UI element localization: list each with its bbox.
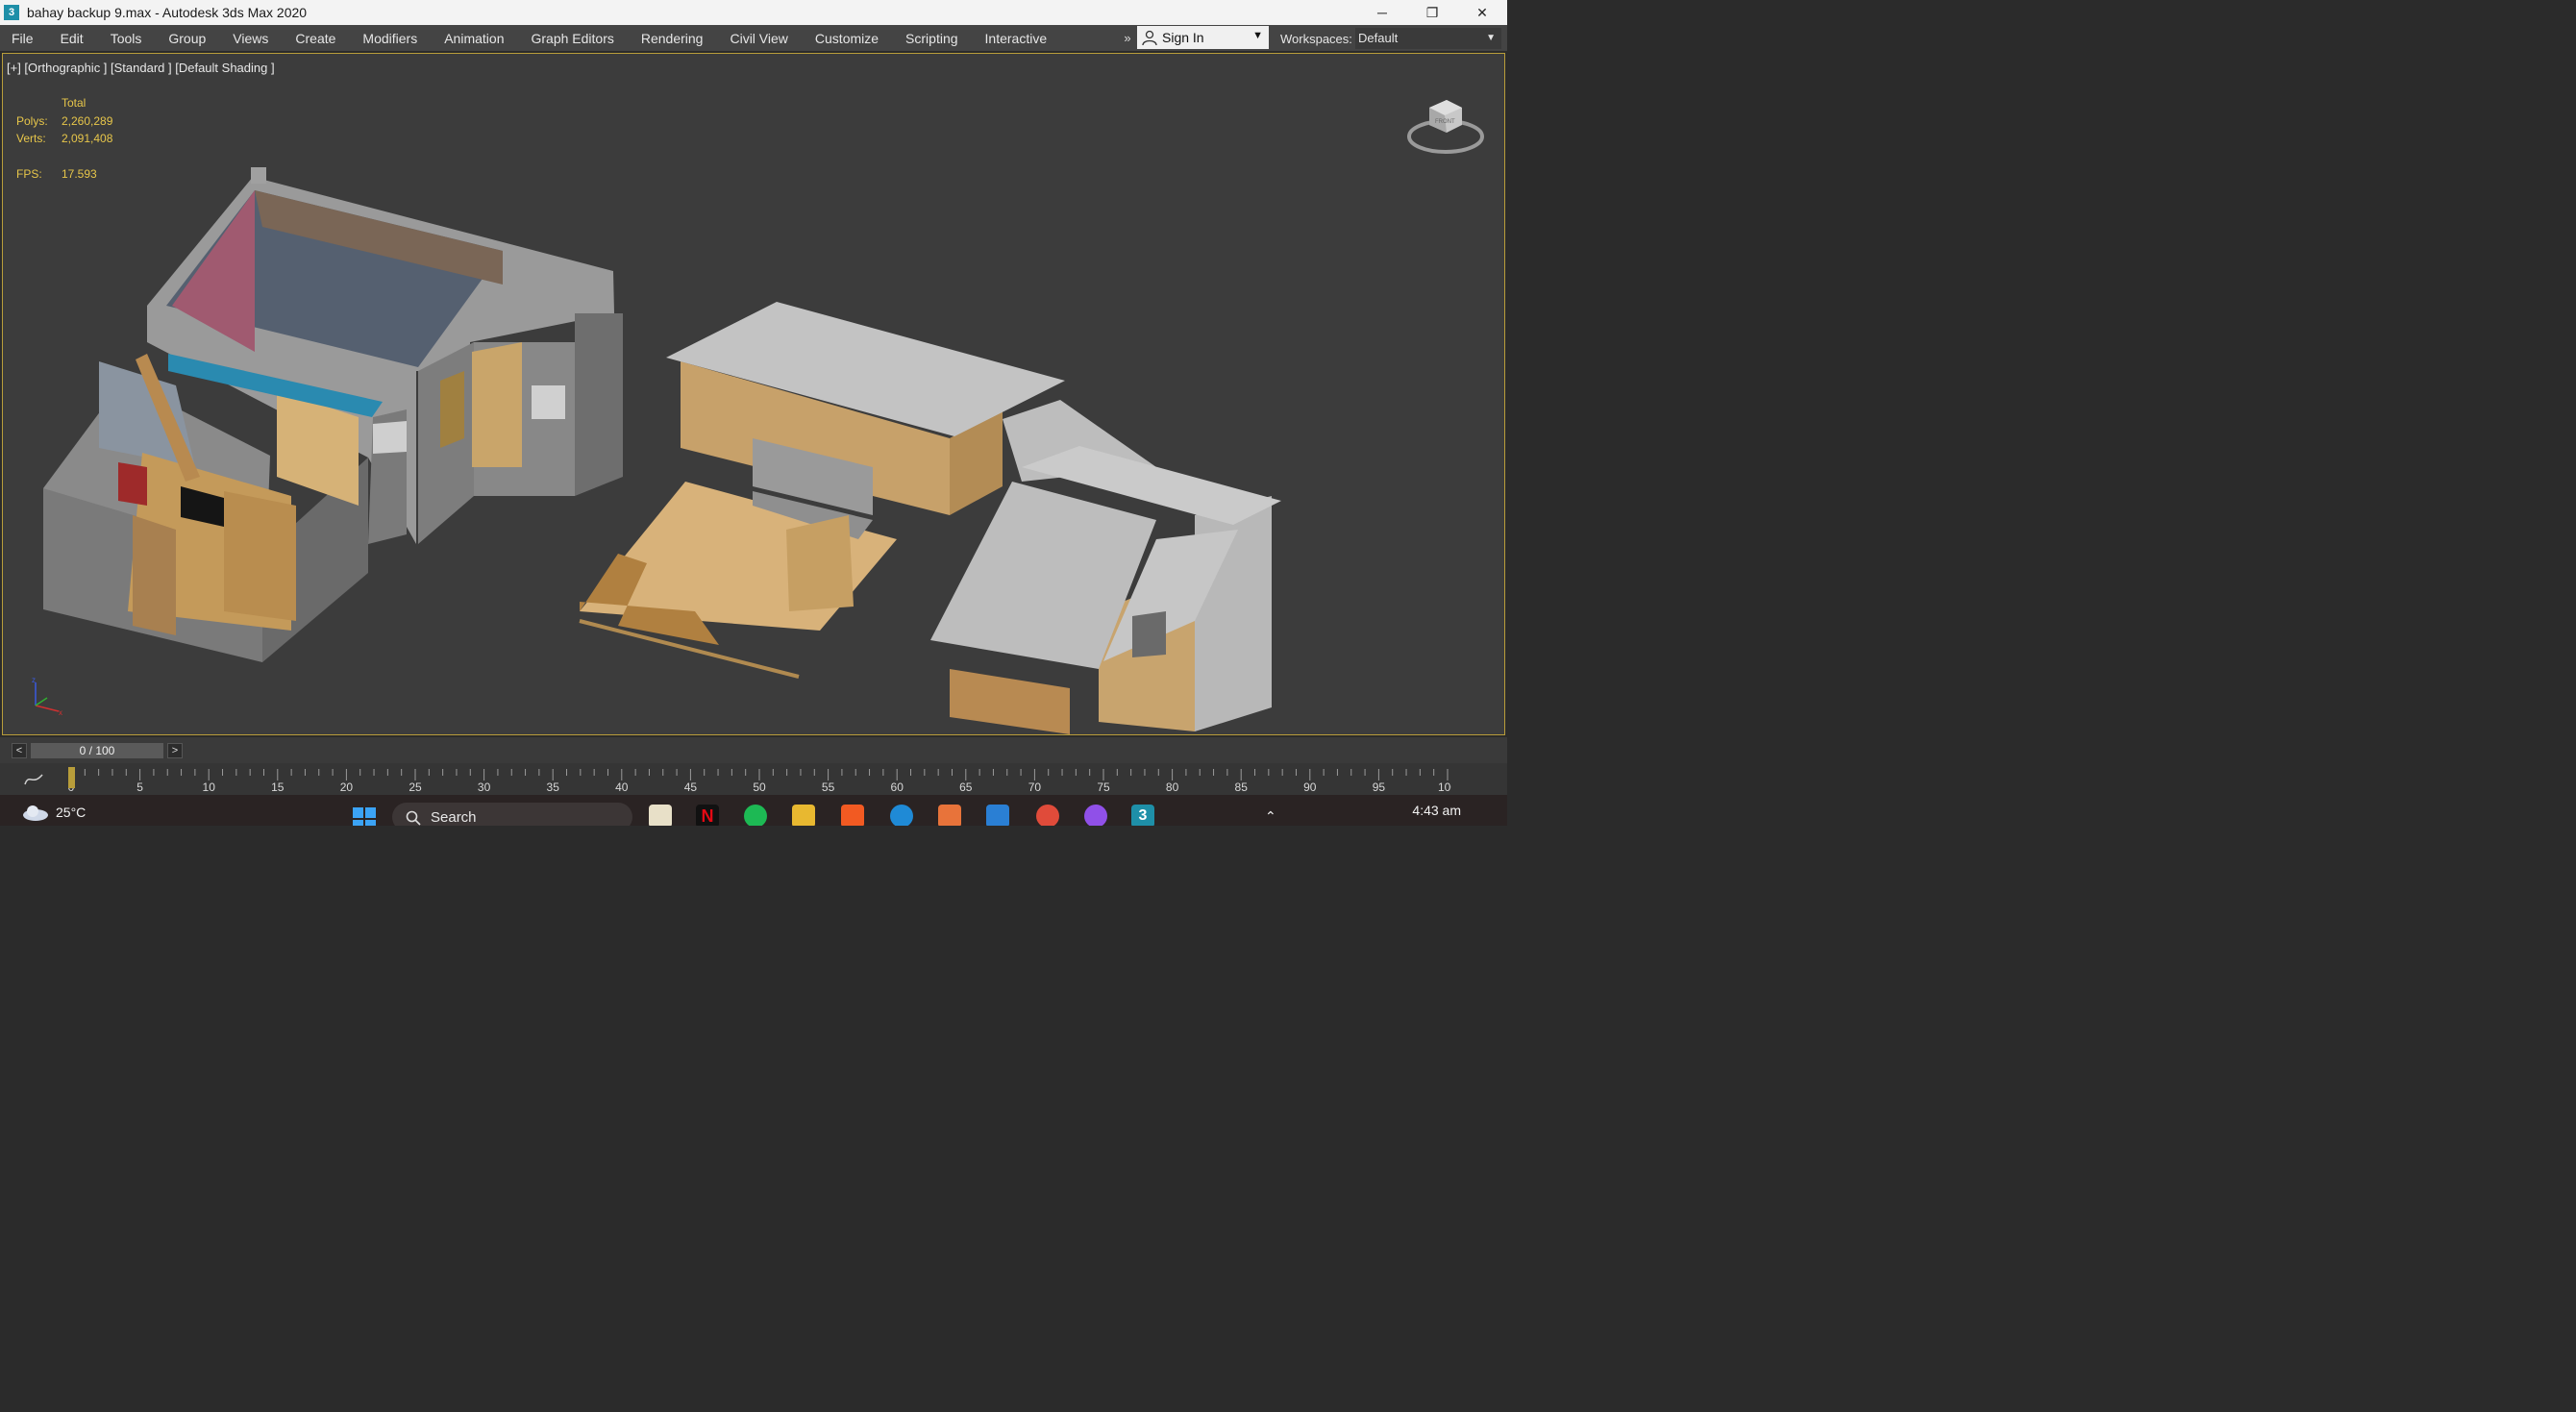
weather-widget[interactable]: 25°C <box>21 803 86 822</box>
menu-rendering[interactable]: Rendering <box>641 31 713 46</box>
polys-label: Polys: <box>16 113 48 128</box>
edge-browser-icon[interactable] <box>890 805 913 826</box>
current-frame-marker[interactable] <box>68 767 75 788</box>
chevron-down-icon: ▼ <box>1252 30 1263 41</box>
window-title: bahay backup 9.max - Autodesk 3ds Max 20… <box>27 5 308 20</box>
menu-modifiers[interactable]: Modifiers <box>362 31 427 46</box>
perspective-viewport[interactable]: [+] [Orthographic ] [Standard ] [Default… <box>2 53 1505 735</box>
polys-value: 2,260,289 <box>62 113 113 128</box>
restore-button[interactable]: ❐ <box>1407 0 1457 25</box>
svg-text:x: x <box>59 708 62 717</box>
menu-group[interactable]: Group <box>168 31 215 46</box>
app-window: 3 bahay backup 9.max - Autodesk 3ds Max … <box>0 0 1507 826</box>
ruler-tick-label: 65 <box>959 780 973 794</box>
next-frame-button[interactable]: > <box>167 743 183 758</box>
time-slider[interactable]: 0 / 100 <box>31 743 163 758</box>
track-bar[interactable]: 0510152025303540455055606570758085909510… <box>0 763 1507 795</box>
menu-tools[interactable]: Tools <box>111 31 152 46</box>
menu-animation[interactable]: Animation <box>444 31 513 46</box>
title-bar: 3 bahay backup 9.max - Autodesk 3ds Max … <box>0 0 1507 25</box>
fps-value: 17.593 <box>62 166 97 181</box>
axis-tripod-icon: z x <box>32 677 62 717</box>
microsoft-store-icon[interactable] <box>649 805 672 826</box>
xampp-icon[interactable] <box>938 805 961 826</box>
ruler-tick-label: 40 <box>615 780 629 794</box>
ruler-tick-label: 45 <box>684 780 698 794</box>
ruler-tick-label: 15 <box>271 780 285 794</box>
search-placeholder: Search <box>431 809 477 826</box>
ruler-tick-label: 75 <box>1097 780 1110 794</box>
verts-value: 2,091,408 <box>62 132 113 145</box>
workspaces-value: Default <box>1358 31 1399 45</box>
time-slider-bar: < 0 / 100 > <box>0 737 1507 763</box>
ruler-tick-label: 70 <box>1028 780 1042 794</box>
menu-scripting[interactable]: Scripting <box>905 31 967 46</box>
ruler-tick-label: 90 <box>1303 780 1317 794</box>
menu-customize[interactable]: Customize <box>815 31 888 46</box>
3dsmax-taskbar-icon[interactable]: 3 <box>1131 805 1154 826</box>
messenger-icon[interactable] <box>1084 805 1107 826</box>
ruler-tick-label: 95 <box>1373 780 1386 794</box>
close-button[interactable]: ✕ <box>1457 0 1507 25</box>
ruler-tick-label: 100 <box>1438 780 1451 794</box>
menu-views[interactable]: Views <box>233 31 278 46</box>
netflix-icon[interactable]: N <box>696 805 719 826</box>
menu-interactive[interactable]: Interactive <box>985 31 1057 46</box>
previous-frame-button[interactable]: < <box>12 743 27 758</box>
curve-editor-icon[interactable] <box>21 771 46 788</box>
user-icon <box>1142 30 1157 46</box>
temperature: 25°C <box>56 805 87 820</box>
ruler-tick-label: 25 <box>409 780 422 794</box>
ruler-tick-label: 35 <box>547 780 560 794</box>
chevron-up-icon[interactable]: ⌃ <box>1265 808 1276 824</box>
concrete-house-model <box>43 167 623 662</box>
stats-header: Total <box>62 96 87 110</box>
menu-graph-editors[interactable]: Graph Editors <box>531 31 623 46</box>
vscode-icon[interactable] <box>986 805 1009 826</box>
ruler-tick-label: 80 <box>1166 780 1179 794</box>
ruler-tick-label: 85 <box>1235 780 1249 794</box>
chevron-down-icon: ▼ <box>1486 33 1496 43</box>
viewcube-icon[interactable]: FRONT <box>1404 87 1487 163</box>
sign-in-dropdown[interactable]: Sign In ▼ <box>1137 26 1269 49</box>
ruler-tick-label: 20 <box>340 780 354 794</box>
menu-civil-view[interactable]: Civil View <box>730 31 797 46</box>
brave-browser-icon[interactable] <box>841 805 864 826</box>
ruler-tick-label: 10 <box>203 780 216 794</box>
menu-create[interactable]: Create <box>295 31 345 46</box>
window-controls: ─ ❐ ✕ <box>1357 0 1507 25</box>
ruler-tick-label: 60 <box>891 780 904 794</box>
viewport-label-menu[interactable]: [+] [Orthographic ] [Standard ] [Default… <box>7 61 275 75</box>
windows-start-icon[interactable] <box>352 806 377 826</box>
chrome-icon[interactable] <box>1036 805 1059 826</box>
menu-overflow-button[interactable]: » <box>1119 25 1136 51</box>
cloud-icon <box>23 805 48 821</box>
verts-label: Verts: <box>16 132 46 145</box>
ruler-tick-label: 50 <box>753 780 766 794</box>
minimize-button[interactable]: ─ <box>1357 0 1407 25</box>
menu-edit[interactable]: Edit <box>61 31 93 46</box>
ruler-tick-label: 5 <box>136 780 143 794</box>
viewcube-front-label: FRONT <box>1435 119 1455 125</box>
menu-file[interactable]: File <box>12 31 43 46</box>
fps-label: FPS: <box>16 166 42 181</box>
workspaces-select[interactable]: Default ▼ <box>1355 28 1501 49</box>
ruler-tick-label: 55 <box>822 780 835 794</box>
windows-taskbar: 25°C Search N 3 ⌃ 4:43 am <box>0 795 1507 826</box>
ruler-tick-label: 30 <box>478 780 491 794</box>
workspaces-label: Workspaces: <box>1280 32 1352 46</box>
svg-text:z: z <box>32 677 36 684</box>
scene-render <box>43 167 1281 734</box>
system-tray[interactable]: ⌃ <box>1265 808 1276 825</box>
3dsmax-app-icon[interactable]: 3 <box>4 5 19 20</box>
spotify-icon[interactable] <box>744 805 767 826</box>
search-icon <box>406 810 421 826</box>
sign-in-label: Sign In <box>1162 30 1204 45</box>
taskbar-search-input[interactable]: Search <box>392 803 632 826</box>
taskbar-clock[interactable]: 4:43 am <box>1412 803 1461 818</box>
frame-ruler[interactable]: 0510152025303540455055606570758085909510… <box>67 763 1451 795</box>
scene-statistics: Total Polys: 2,260,289 Verts: 2,091,408 FP… <box>16 94 112 183</box>
file-explorer-icon[interactable] <box>792 805 815 826</box>
